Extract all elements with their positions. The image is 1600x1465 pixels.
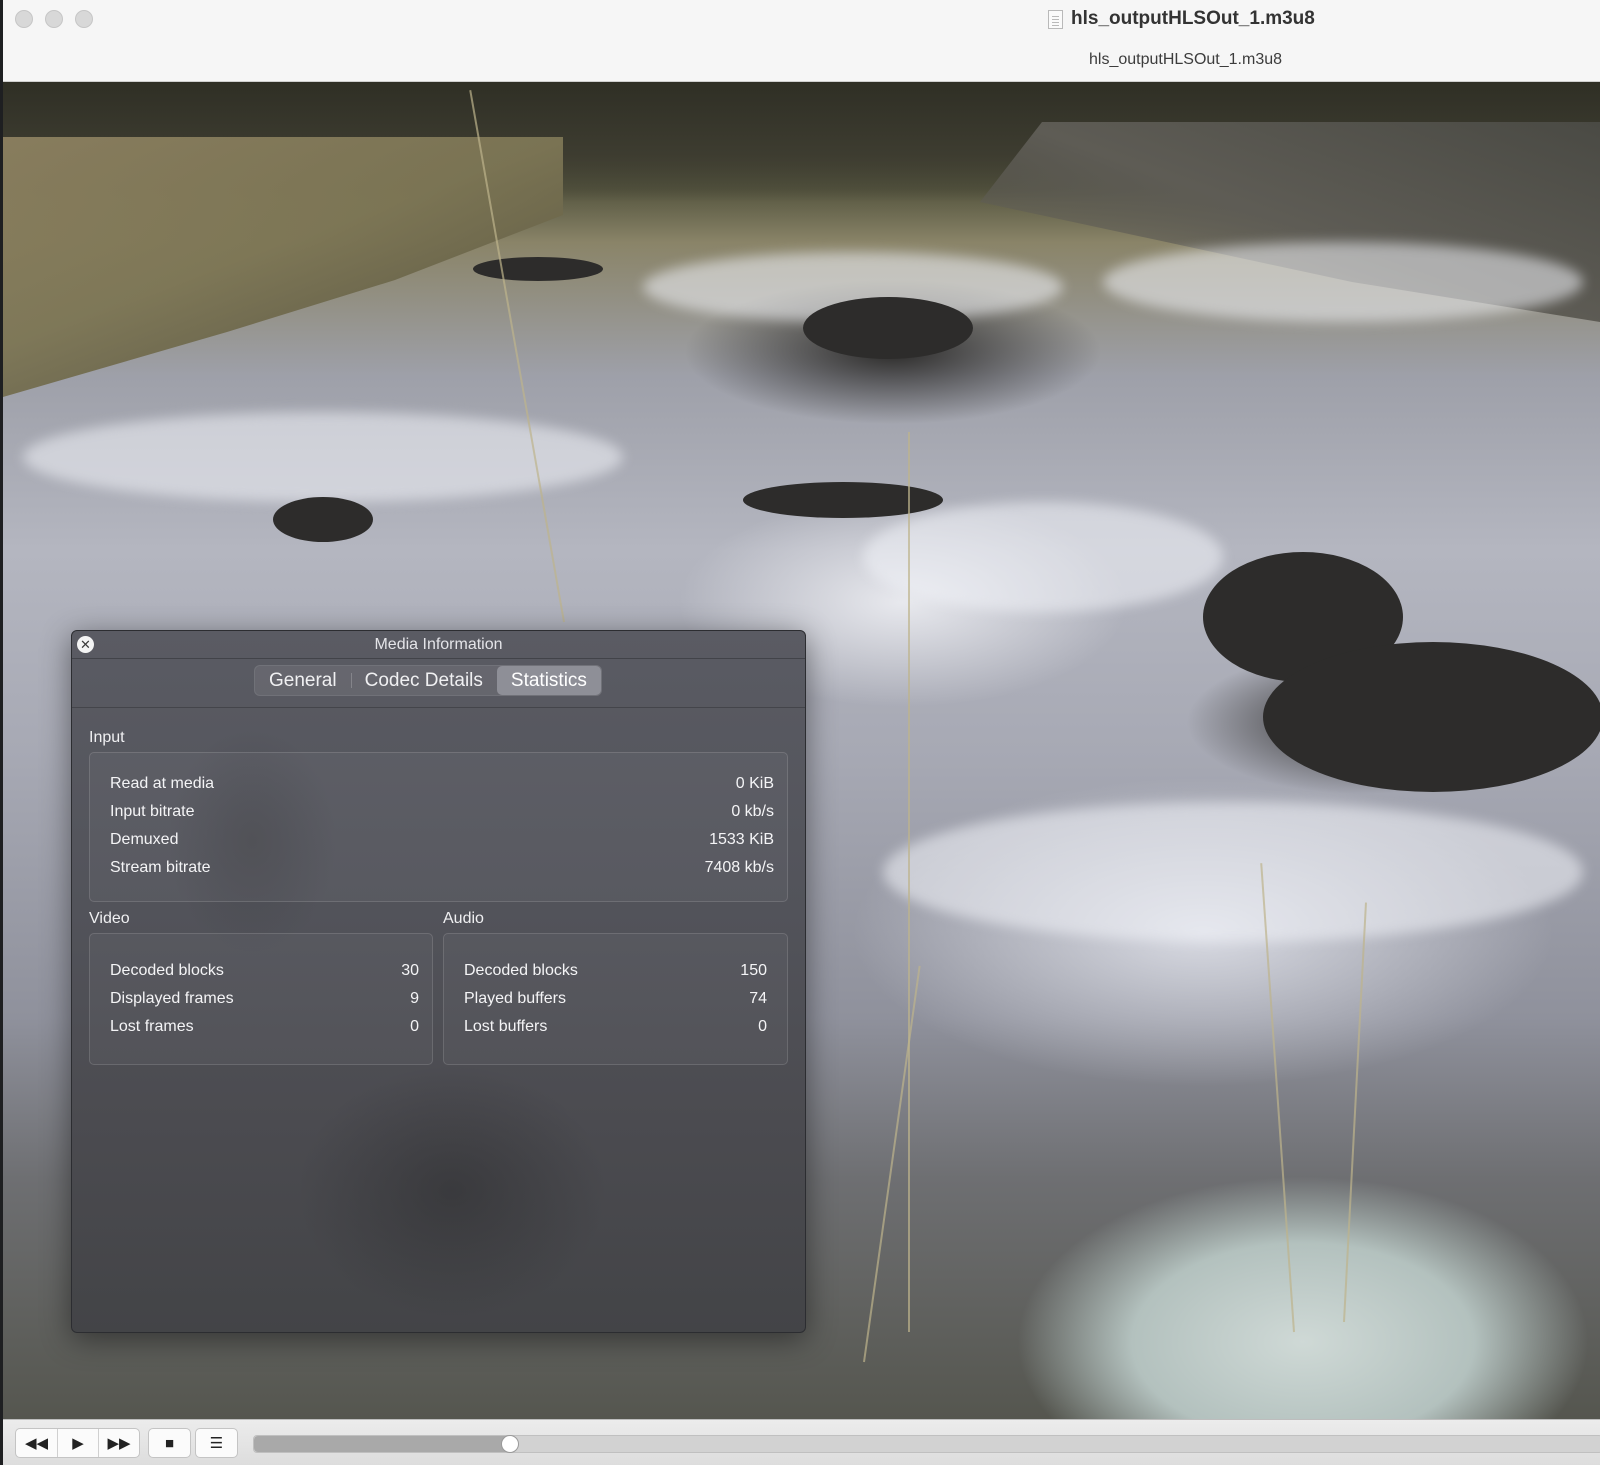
tab-general[interactable]: General (255, 666, 351, 695)
stat-value: 0 KiB (735, 775, 774, 792)
seek-progress-fill (254, 1436, 511, 1452)
playlist-icon[interactable]: ☰ (196, 1429, 237, 1457)
stat-value: 74 (749, 990, 767, 1007)
panel-title: Media Information (374, 636, 503, 653)
stat-row: Decoded blocks 30 (110, 962, 419, 986)
input-stats-box: Read at media 0 KiB Input bitrate 0 kb/s… (89, 752, 788, 902)
stat-label: Displayed frames (110, 990, 234, 1007)
stat-label: Input bitrate (110, 803, 195, 820)
tab-statistics[interactable]: Statistics (496, 666, 601, 695)
window-controls (15, 10, 93, 28)
window-title-row: hls_outputHLSOut_1.m3u8 (1048, 8, 1315, 30)
window-subtitle: hls_outputHLSOut_1.m3u8 (1089, 51, 1283, 68)
stat-value: 150 (740, 962, 767, 979)
document-icon (1048, 9, 1063, 29)
video-reed (863, 965, 921, 1363)
stop-icon[interactable]: ■ (149, 1429, 190, 1457)
video-rock (1263, 642, 1600, 792)
playlist-control: ☰ (195, 1428, 238, 1458)
video-rock (803, 297, 973, 359)
stat-label: Played buffers (464, 990, 566, 1007)
stat-row: Decoded blocks 150 (464, 962, 767, 986)
playback-controller: ◀◀ ▶ ▶▶ ■ ☰ (3, 1419, 1600, 1465)
input-section-label: Input (89, 729, 125, 746)
stat-row: Stream bitrate 7408 kb/s (110, 859, 774, 883)
video-rock (473, 257, 603, 281)
stat-value: 0 (410, 1018, 419, 1035)
stop-control: ■ (148, 1428, 191, 1458)
video-reed (1343, 902, 1367, 1323)
transport-controls: ◀◀ ▶ ▶▶ (15, 1428, 140, 1458)
zoom-window-button[interactable] (75, 10, 93, 28)
audio-stats-box: Decoded blocks 150 Played buffers 74 Los… (443, 933, 788, 1065)
media-information-panel: ✕ Media Information General Codec Detail… (71, 630, 806, 1333)
video-rock (743, 482, 943, 518)
stat-label: Lost buffers (464, 1018, 548, 1035)
stat-value: 9 (410, 990, 419, 1007)
stat-row: Read at media 0 KiB (110, 775, 774, 799)
tab-segmented-control: General Codec Details Statistics (254, 665, 602, 696)
stat-row: Lost frames 0 (110, 1018, 419, 1042)
play-icon[interactable]: ▶ (57, 1429, 98, 1457)
stat-row: Lost buffers 0 (464, 1018, 767, 1042)
stat-label: Lost frames (110, 1018, 194, 1035)
tab-bar: General Codec Details Statistics (72, 659, 805, 708)
video-rock (273, 497, 373, 542)
stat-value: 1533 KiB (709, 831, 774, 848)
video-foam (1103, 242, 1583, 322)
rewind-icon[interactable]: ◀◀ (16, 1429, 57, 1457)
video-foam (883, 802, 1583, 942)
window-title: hls_outputHLSOut_1.m3u8 (1071, 8, 1315, 29)
stat-value: 0 (758, 1018, 767, 1035)
panel-titlebar: ✕ Media Information (72, 631, 805, 659)
stat-value: 30 (401, 962, 419, 979)
audio-section-label: Audio (443, 910, 484, 927)
stat-row: Played buffers 74 (464, 990, 767, 1014)
window-titlebar: hls_outputHLSOut_1.m3u8 hls_outputHLSOut… (3, 0, 1600, 82)
stat-row: Displayed frames 9 (110, 990, 419, 1014)
video-foam (863, 502, 1223, 612)
seek-knob[interactable] (501, 1435, 520, 1453)
stat-value: 7408 kb/s (704, 859, 774, 876)
video-section-label: Video (89, 910, 130, 927)
tab-codec-details[interactable]: Codec Details (350, 666, 497, 695)
close-window-button[interactable] (15, 10, 33, 28)
video-reed (908, 432, 910, 1332)
minimize-window-button[interactable] (45, 10, 63, 28)
stat-label: Decoded blocks (110, 962, 224, 979)
stat-row: Demuxed 1533 KiB (110, 831, 774, 855)
stat-row: Input bitrate 0 kb/s (110, 803, 774, 827)
stat-label: Decoded blocks (464, 962, 578, 979)
stat-label: Read at media (110, 775, 215, 792)
fast-forward-icon[interactable]: ▶▶ (98, 1429, 139, 1457)
seek-slider[interactable] (253, 1435, 1600, 1453)
video-stats-box: Decoded blocks 30 Displayed frames 9 Los… (89, 933, 433, 1065)
stat-label: Stream bitrate (110, 859, 211, 876)
stat-value: 0 kb/s (731, 803, 774, 820)
stat-label: Demuxed (110, 831, 179, 848)
